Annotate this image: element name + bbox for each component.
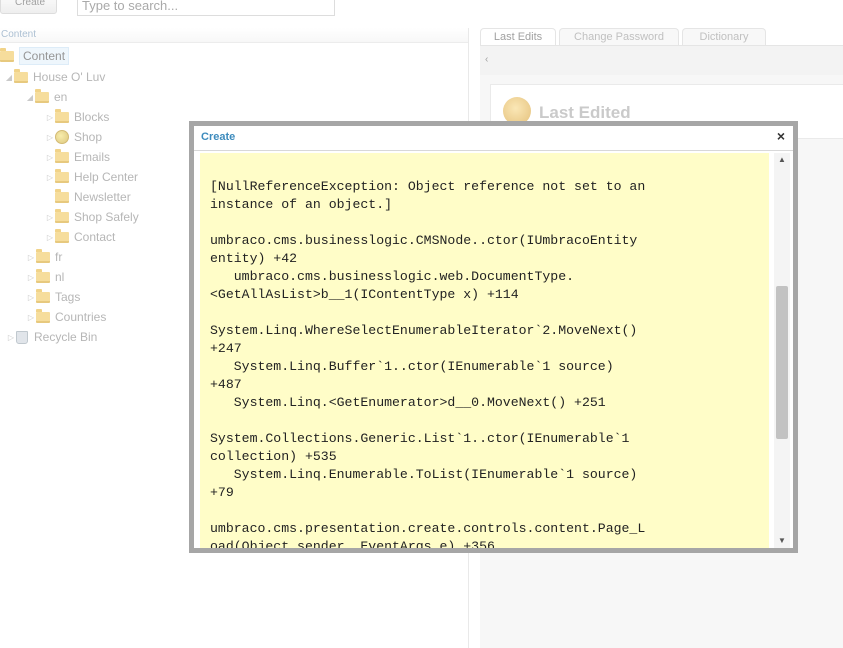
dialog-header: Create ×: [194, 126, 793, 151]
dialog-title: Create: [201, 131, 236, 143]
scrollbar-thumb[interactable]: [776, 286, 788, 439]
close-icon[interactable]: ×: [777, 128, 785, 144]
scroll-down-icon[interactable]: ▼: [774, 534, 790, 548]
create-dialog: Create × [NullReferenceException: Object…: [189, 121, 798, 553]
error-content: [NullReferenceException: Object referenc…: [200, 153, 769, 548]
dialog-scrollbar[interactable]: ▲ ▼: [774, 153, 790, 548]
error-stack-trace: [NullReferenceException: Object referenc…: [210, 179, 646, 548]
scroll-up-icon[interactable]: ▲: [774, 153, 790, 167]
